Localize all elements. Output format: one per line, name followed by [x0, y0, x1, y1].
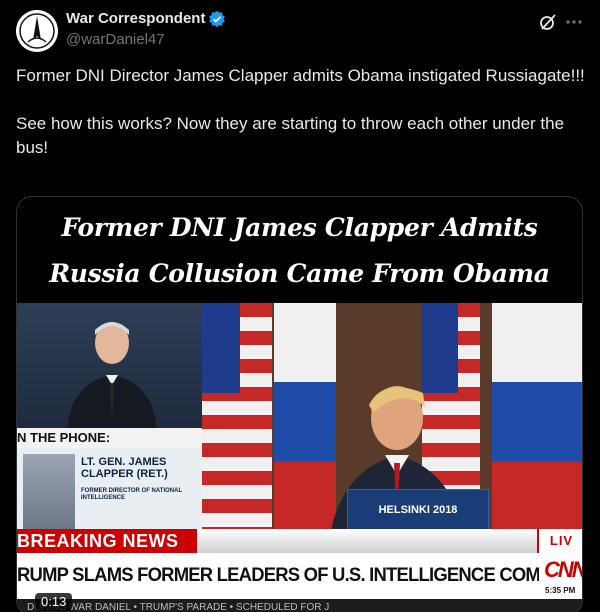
- chyron-text: RUMP SLAMS FORMER LEADERS OF U.S. INTELL…: [17, 565, 583, 586]
- guest-name: LT. GEN. JAMES CLAPPER (RET.): [81, 456, 168, 480]
- headline-line-2: Russia Collusion Came From Obama: [49, 259, 550, 288]
- network-logo-box: CNN 5:35 PM: [539, 553, 583, 599]
- guest-photo: [23, 454, 75, 532]
- author-name[interactable]: War Correspondent: [66, 10, 205, 27]
- verified-badge-icon[interactable]: [208, 10, 226, 28]
- broadcast-clock: 5:35 PM: [545, 586, 576, 595]
- author-handle[interactable]: @warDaniel47: [66, 31, 165, 48]
- grok-icon[interactable]: [538, 12, 558, 32]
- media-headline: Former DNI James Clapper Admits Russia C…: [17, 205, 582, 297]
- russia-flag-right: [492, 303, 582, 543]
- video-timestamp: 0:13: [35, 593, 73, 611]
- phone-label: N THE PHONE:: [17, 428, 209, 448]
- avatar[interactable]: [16, 10, 58, 52]
- live-badge: LIV: [539, 529, 582, 553]
- chyron: RUMP SLAMS FORMER LEADERS OF U.S. INTELL…: [17, 553, 582, 599]
- video-player[interactable]: N THE PHONE: LT. GEN. JAMES CLAPPER (RET…: [17, 303, 583, 612]
- breaking-news-bar: BREAKING NEWS LIV: [17, 529, 582, 553]
- breaking-stripe: [197, 529, 537, 553]
- post-text: Former DNI Director James Clapper admits…: [16, 66, 585, 157]
- podium-label: HELSINKI 2018: [378, 504, 458, 516]
- guest-title: FORMER DIRECTOR OF NATIONAL INTELLIGENCE: [81, 488, 182, 501]
- headline-line-1: Former DNI James Clapper Admits: [61, 213, 538, 242]
- us-flag-canton: [202, 303, 240, 393]
- breaking-news-label: BREAKING NEWS: [17, 531, 179, 551]
- avatar-logo-icon: [16, 10, 58, 52]
- more-icon[interactable]: [565, 12, 583, 32]
- news-ticker: DURING WAR DANIEL • TRUMP'S PARADE • SCH…: [17, 599, 582, 612]
- cnn-logo: CNN: [544, 557, 583, 582]
- news-anchor-figure: [67, 322, 157, 433]
- guest-panel: LT. GEN. JAMES CLAPPER (RET.) FORMER DIR…: [17, 448, 209, 538]
- media-card[interactable]: Former DNI James Clapper Admits Russia C…: [16, 196, 583, 612]
